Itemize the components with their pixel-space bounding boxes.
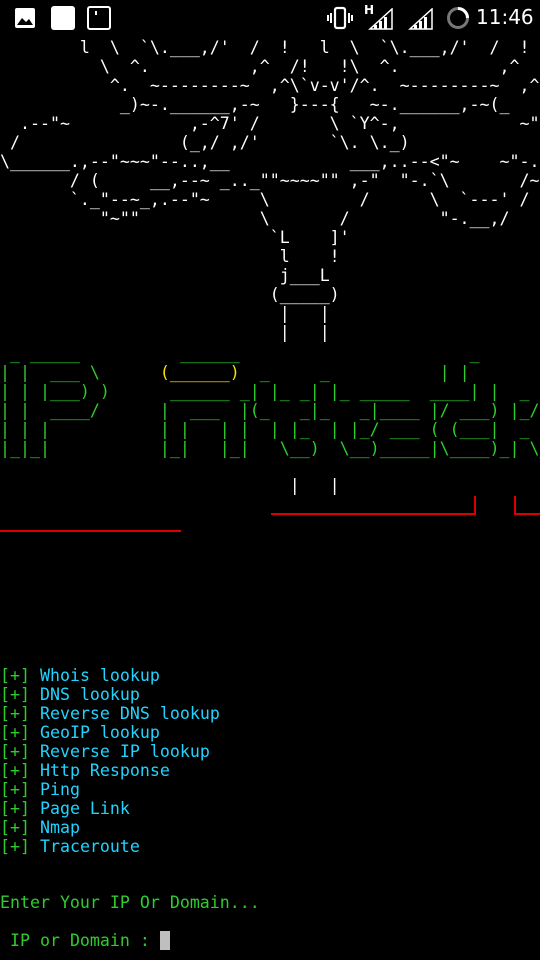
input-label: IP or Domain : xyxy=(10,931,160,950)
banner-line: |_|_| |_| |_| \__) \__)_____|\____)_| \_… xyxy=(0,439,540,458)
menu-item-label: Traceroute xyxy=(39,837,140,856)
domain-input-line[interactable]: IP or Domain : xyxy=(10,931,170,950)
menu-marker: [+] xyxy=(0,742,30,761)
red-divider-line xyxy=(0,530,181,532)
banner-line: _ _ | | xyxy=(239,363,480,382)
menu-marker: [+] xyxy=(0,818,30,837)
menu-marker: [+] xyxy=(0,685,30,704)
menu-item-ping[interactable]: [+] Ping xyxy=(0,780,220,799)
vibrate-icon xyxy=(327,6,353,30)
menu-item-reverse-ip[interactable]: [+] Reverse IP lookup xyxy=(0,742,220,761)
menu-item-traceroute[interactable]: [+] Traceroute xyxy=(0,837,220,856)
terminal-screen: H 11:46 l \ `\.___,/' / ! l \ `\.___,/' … xyxy=(0,0,540,960)
gallery-icon xyxy=(15,8,35,28)
menu-item-label: Http Response xyxy=(39,761,170,780)
menu-item-nmap[interactable]: [+] Nmap xyxy=(0,818,220,837)
red-divider-line xyxy=(271,513,474,515)
menu-marker: [+] xyxy=(0,704,30,723)
banner-yellow-segment: (______) xyxy=(159,363,240,382)
menu-item-reverse-dns[interactable]: [+] Reverse DNS lookup xyxy=(0,704,220,723)
menu-marker: [+] xyxy=(0,837,30,856)
menu-item-label: Nmap xyxy=(39,818,80,837)
prompt-message: Enter Your IP Or Domain... xyxy=(0,893,260,912)
menu-item-geoip[interactable]: [+] GeoIP lookup xyxy=(0,723,220,742)
sd-card-icon xyxy=(87,6,111,30)
notification-square-icon xyxy=(51,6,75,30)
menu-marker: [+] xyxy=(0,761,30,780)
menu-item-label: Page Link xyxy=(39,799,130,818)
banner-line: | | |___) ) ______ _| |_ _| |_ _____ ___… xyxy=(0,382,530,401)
menu-marker: [+] xyxy=(0,666,30,685)
menu-item-label: DNS lookup xyxy=(39,685,140,704)
terminal-output[interactable]: l \ `\.___,/' / ! l \ `\.___,/' / ! \ ^.… xyxy=(0,36,540,960)
menu-marker: [+] xyxy=(0,780,30,799)
menu-marker: [+] xyxy=(0,723,30,742)
menu-item-dns[interactable]: [+] DNS lookup xyxy=(0,685,220,704)
red-divider-bar xyxy=(474,496,476,515)
ascii-art-dragon: l \ `\.___,/' / ! l \ `\.___,/' / ! \ ^.… xyxy=(0,38,540,342)
menu-item-page-link[interactable]: [+] Page Link xyxy=(0,799,220,818)
signal-icon xyxy=(408,8,433,30)
ascii-banner-pattack: _ _____ ______ _ | | ___ \ (______) _ _ … xyxy=(0,344,540,458)
banner-line: | | ____/ | ___ |(_ _|_ _|____ |/ ___) |… xyxy=(0,401,540,420)
text-cursor[interactable] xyxy=(159,931,170,950)
menu-item-whois[interactable]: [+] Whois lookup xyxy=(0,666,220,685)
red-divider-line xyxy=(516,513,540,515)
menu-item-http-response[interactable]: [+] Http Response xyxy=(0,761,220,780)
menu-item-label: Ping xyxy=(39,780,80,799)
menu-item-label: Reverse IP lookup xyxy=(39,742,210,761)
menu-item-label: GeoIP lookup xyxy=(39,723,160,742)
banner-line: _ _____ ______ _ xyxy=(0,344,500,363)
battery-saver-icon xyxy=(447,7,469,29)
option-menu: [+] Whois lookup [+] DNS lookup [+] Reve… xyxy=(0,666,220,856)
status-bar: H 11:46 xyxy=(0,0,540,36)
ascii-art-stem: | | xyxy=(0,476,340,495)
menu-marker: [+] xyxy=(0,799,30,818)
clock: 11:46 xyxy=(476,5,534,29)
signal-icon xyxy=(368,8,393,30)
menu-item-label: Whois lookup xyxy=(39,666,160,685)
menu-item-label: Reverse DNS lookup xyxy=(39,704,220,723)
banner-line: | | ___ \ xyxy=(0,363,160,382)
banner-line: | | | | | | | | |_ | |_/ ___ ( (___| _ ( xyxy=(0,420,540,439)
